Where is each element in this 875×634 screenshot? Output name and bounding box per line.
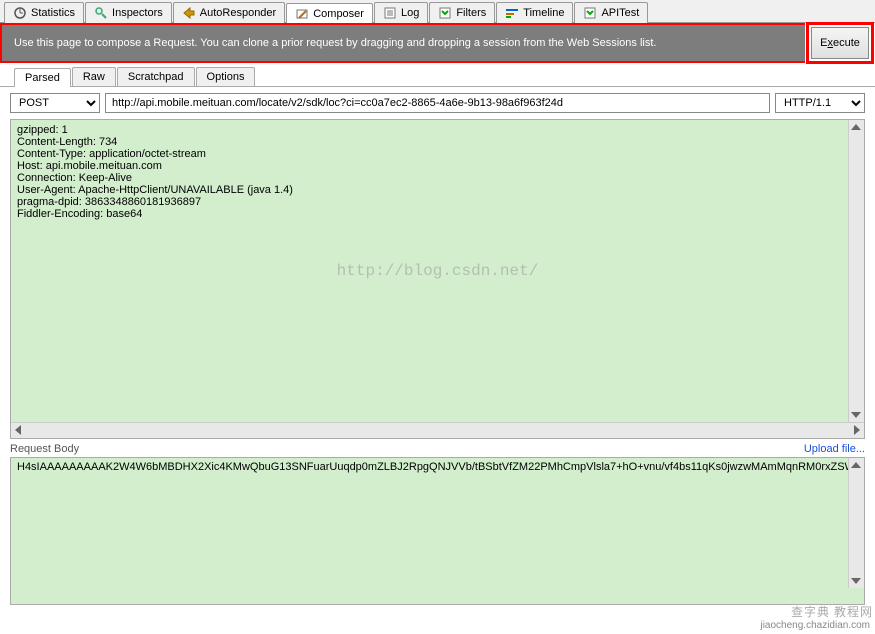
watermark: http://blog.csdn.net/ xyxy=(337,262,539,280)
inspectors-icon xyxy=(94,6,108,20)
instruction-bar-wrap: Use this page to compose a Request. You … xyxy=(0,23,875,63)
filters-icon xyxy=(438,6,452,20)
body-textarea[interactable]: H4sIAAAAAAAAAK2W4W6bMBDHX2Xic4KMwQbuG13S… xyxy=(11,458,864,604)
headers-textarea[interactable]: gzipped: 1 Content-Length: 734 Content-T… xyxy=(11,120,864,422)
http-method-select[interactable]: POST xyxy=(10,93,100,113)
instruction-bar: Use this page to compose a Request. You … xyxy=(0,23,805,63)
horizontal-scrollbar[interactable] xyxy=(11,422,864,438)
tab-label: Composer xyxy=(313,8,364,20)
subtab-raw[interactable]: Raw xyxy=(72,67,116,86)
tab-filters[interactable]: Filters xyxy=(429,2,495,23)
tab-timeline[interactable]: Timeline xyxy=(496,2,573,23)
statistics-icon xyxy=(13,6,27,20)
autoresponder-icon xyxy=(182,6,196,20)
composer-body: POST HTTP/1.1 gzipped: 1 Content-Length:… xyxy=(0,87,875,605)
timeline-icon xyxy=(505,6,519,20)
tab-label: Statistics xyxy=(31,7,75,19)
tab-composer[interactable]: Composer xyxy=(286,3,373,24)
subtab-options[interactable]: Options xyxy=(196,67,256,86)
tab-autoresponder[interactable]: AutoResponder xyxy=(173,2,285,23)
body-container: H4sIAAAAAAAAAK2W4W6bMBDHX2Xic4KMwQbuG13S… xyxy=(10,457,865,605)
execute-button[interactable]: Execute xyxy=(811,27,869,59)
tab-label: Inspectors xyxy=(112,7,163,19)
tab-statistics[interactable]: Statistics xyxy=(4,2,84,23)
instruction-text: Use this page to compose a Request. You … xyxy=(14,37,656,49)
tab-inspectors[interactable]: Inspectors xyxy=(85,2,172,23)
apitest-icon xyxy=(583,6,597,20)
tab-apitest[interactable]: APITest xyxy=(574,2,648,23)
http-version-select[interactable]: HTTP/1.1 xyxy=(775,93,865,113)
composer-icon xyxy=(295,7,309,21)
footer-brand-cn: 查字典 教程网 xyxy=(791,603,873,620)
request-line: POST HTTP/1.1 xyxy=(10,93,865,113)
tab-label: AutoResponder xyxy=(200,7,276,19)
sub-tabs: Parsed Raw Scratchpad Options xyxy=(0,63,875,87)
request-body-label: Request Body xyxy=(10,443,79,455)
headers-container: gzipped: 1 Content-Length: 734 Content-T… xyxy=(10,119,865,439)
footer-brand-url: jiaocheng.chazidian.com xyxy=(757,619,873,632)
vertical-scrollbar[interactable] xyxy=(848,120,864,422)
top-tabs: Statistics Inspectors AutoResponder Comp… xyxy=(0,0,875,23)
subtab-parsed[interactable]: Parsed xyxy=(14,68,71,87)
subtab-scratchpad[interactable]: Scratchpad xyxy=(117,67,195,86)
tab-label: Log xyxy=(401,7,419,19)
url-input[interactable] xyxy=(105,93,770,113)
vertical-scrollbar[interactable] xyxy=(848,458,864,588)
tab-log[interactable]: Log xyxy=(374,2,428,23)
tab-label: Timeline xyxy=(523,7,564,19)
upload-file-link[interactable]: Upload file... xyxy=(804,443,865,455)
log-icon xyxy=(383,6,397,20)
headers-text: gzipped: 1 Content-Length: 734 Content-T… xyxy=(17,124,293,220)
tab-label: Filters xyxy=(456,7,486,19)
tab-label: APITest xyxy=(601,7,639,19)
body-label-row: Request Body Upload file... xyxy=(10,443,865,455)
